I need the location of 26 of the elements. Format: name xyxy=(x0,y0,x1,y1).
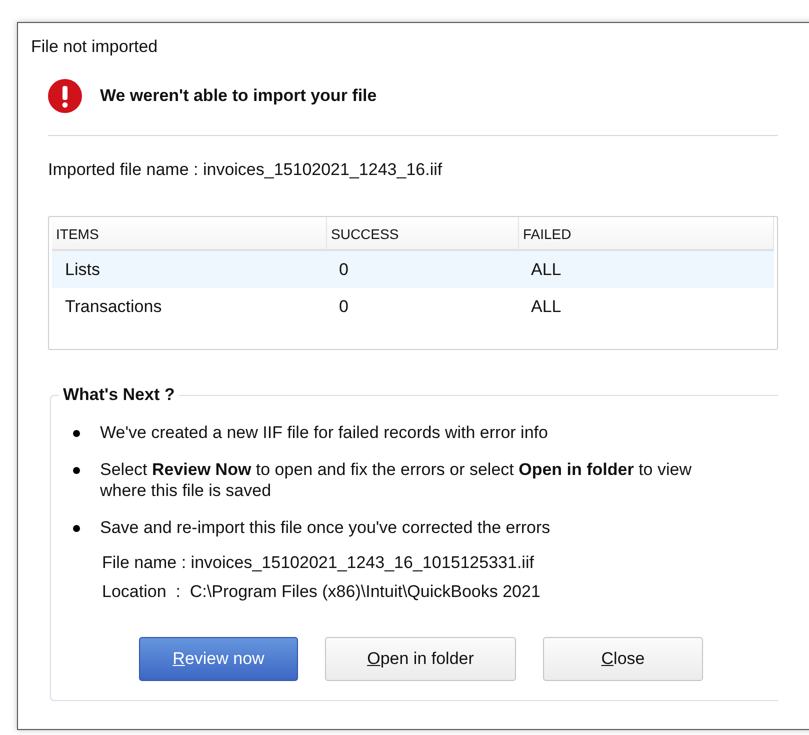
table-row[interactable]: Transactions 0 ALL xyxy=(52,288,774,325)
file-detail: File name : invoices_15102021_1243_16_1015125331.iif xyxy=(102,553,535,573)
bullet-text: Select Review Now to open and fix the errors or select Open in folder to view where this file is saved xyxy=(100,459,692,501)
bullet-text: Save and re-import this file once you've corrected the errors xyxy=(100,517,552,538)
bullet-icon xyxy=(73,467,80,474)
column-header: ITEMS xyxy=(52,217,327,251)
dialog-button[interactable]: Open in folder xyxy=(325,637,516,681)
column-header: SUCCESS xyxy=(327,217,519,251)
file-detail: Location : C:\Program Files (x86)\Intuit\QuickBooks 2021 xyxy=(102,582,542,602)
bullet-icon xyxy=(73,430,80,437)
dialog-heading: We weren't able to import your file xyxy=(100,86,377,106)
table-cell-text: Lists xyxy=(64,259,101,281)
bullet-icon xyxy=(73,525,80,532)
window-title: File not imported xyxy=(31,37,158,57)
table-cell-text: ALL xyxy=(530,259,562,281)
table-cell-text: Transactions xyxy=(64,296,163,318)
dialog-button[interactable]: Close xyxy=(543,637,703,681)
table-cell-text: ALL xyxy=(530,296,562,318)
error-icon xyxy=(48,79,82,113)
table-cell-text: 0 xyxy=(338,259,350,281)
dialog-button[interactable]: Review now xyxy=(139,637,298,681)
imported-file-name: Imported file name : invoices_15102021_1243_16.iif xyxy=(48,160,442,180)
column-header: FAILED xyxy=(519,217,774,251)
bullet-text: We've created a new IIF file for failed records with error info xyxy=(100,422,549,443)
table-cell-text: 0 xyxy=(338,296,350,318)
table-row[interactable]: Lists 0 ALL xyxy=(52,251,774,288)
